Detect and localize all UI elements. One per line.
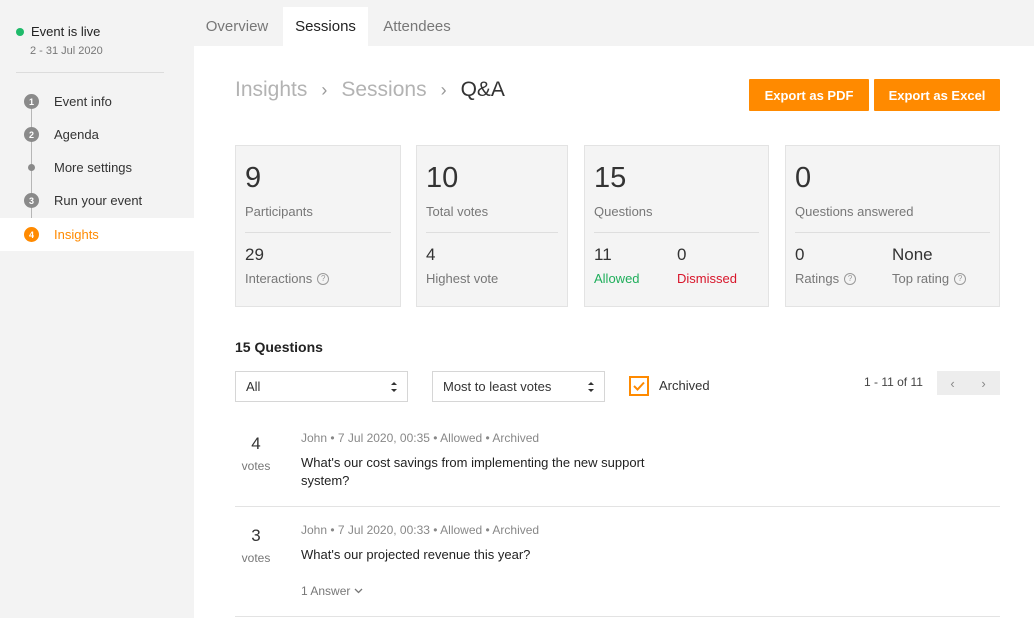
- page-title: Q&A: [460, 78, 505, 101]
- chevron-left-icon[interactable]: ‹: [937, 371, 968, 395]
- help-icon[interactable]: ?: [954, 272, 967, 285]
- breadcrumb-sessions[interactable]: Sessions: [341, 78, 426, 102]
- stat-value: 0: [795, 162, 812, 194]
- question-meta: John • 7 Jul 2020, 00:33 • Allowed • Arc…: [301, 523, 540, 537]
- sidebar-item-label: Agenda: [54, 127, 99, 142]
- sort-select[interactable]: Most to least votes: [432, 371, 605, 402]
- top-rating-value: None: [892, 245, 933, 264]
- card-divider: [594, 232, 759, 233]
- question-text: What's our cost savings from implementin…: [301, 455, 645, 488]
- allowed-count: 11: [594, 245, 612, 264]
- tab-bar: Overview Sessions Attendees: [194, 0, 1034, 46]
- allowed-label: Allowed: [594, 271, 640, 286]
- pagination-controls: ‹ ›: [937, 371, 1000, 395]
- stat-label: Questions answered: [795, 204, 914, 219]
- question-row[interactable]: 3 votes John • 7 Jul 2020, 00:33 • Allow…: [235, 507, 1000, 617]
- top-rating-label: Top rating ?: [892, 271, 967, 286]
- stat-card-votes: 10 Total votes 4 Highest vote: [416, 145, 568, 307]
- chevron-right-icon: ›: [440, 79, 447, 100]
- tab-attendees[interactable]: Attendees: [370, 7, 464, 46]
- event-dates: 2 - 31 Jul 2020: [30, 45, 103, 57]
- stat-sub-label: Highest vote: [426, 271, 499, 286]
- stat-card-questions: 15 Questions 11 Allowed 0 Dismissed: [584, 145, 769, 307]
- sidebar-item-event-info[interactable]: 1 Event info: [0, 85, 194, 118]
- dismissed-count: 0: [677, 245, 687, 264]
- step-number-icon: 3: [24, 193, 39, 208]
- sidebar-item-agenda[interactable]: 2 Agenda: [0, 118, 194, 151]
- card-divider: [795, 232, 990, 233]
- stat-value: 9: [245, 162, 262, 194]
- step-number-icon: 2: [24, 127, 39, 142]
- vote-label: votes: [241, 551, 271, 565]
- question-row[interactable]: 4 votes John • 7 Jul 2020, 00:35 • Allow…: [235, 418, 1000, 507]
- stat-value: 15: [594, 162, 627, 194]
- checkmark-icon: [633, 381, 645, 391]
- step-number-icon: 4: [24, 227, 39, 242]
- stat-sub-label: Interactions ?: [245, 271, 330, 286]
- sidebar-item-label: Run your event: [54, 193, 143, 208]
- archived-label[interactable]: Archived: [659, 378, 710, 393]
- ratings-label-text: Ratings: [795, 271, 840, 286]
- top-rating-label-text: Top rating: [892, 271, 950, 286]
- chevron-right-icon[interactable]: ›: [968, 371, 999, 395]
- archived-checkbox[interactable]: [629, 376, 649, 396]
- stat-sub-value: 29: [245, 245, 264, 264]
- vote-count: 4: [251, 434, 261, 453]
- stat-sub-label-text: Interactions: [245, 271, 313, 286]
- sort-select-value: Most to least votes: [443, 379, 552, 394]
- tab-overview[interactable]: Overview: [194, 7, 280, 46]
- card-divider: [245, 232, 391, 233]
- sidebar: Event is live 2 - 31 Jul 2020 1 Event in…: [0, 0, 194, 618]
- stat-label: Participants: [245, 204, 313, 219]
- step-number-icon: 1: [24, 94, 39, 109]
- stat-value: 10: [426, 162, 459, 194]
- stat-card-answered: 0 Questions answered 0 Ratings ? None To…: [785, 145, 1000, 307]
- vote-count: 3: [251, 526, 261, 545]
- live-status-dot-icon: [16, 27, 24, 36]
- stat-label: Questions: [594, 204, 653, 219]
- help-icon[interactable]: ?: [317, 272, 330, 285]
- help-icon[interactable]: ?: [844, 272, 857, 285]
- breadcrumb-insights[interactable]: Insights: [235, 78, 307, 102]
- questions-count-title: 15 Questions: [235, 339, 323, 355]
- ratings-count: 0: [795, 245, 805, 264]
- sidebar-item-label: Event info: [54, 94, 112, 109]
- sidebar-item-more-settings[interactable]: More settings: [0, 151, 194, 184]
- sidebar-item-insights[interactable]: 4 Insights: [0, 218, 194, 251]
- vote-label: votes: [241, 459, 271, 473]
- filter-select-value: All: [246, 379, 261, 394]
- sidebar-divider: [16, 72, 164, 73]
- stat-sub-value: 4: [426, 245, 436, 264]
- sidebar-item-label: More settings: [54, 160, 133, 175]
- export-excel-button[interactable]: Export as Excel: [874, 79, 1000, 111]
- stat-card-participants: 9 Participants 29 Interactions ?: [235, 145, 401, 307]
- ratings-label: Ratings ?: [795, 271, 857, 286]
- export-pdf-button[interactable]: Export as PDF: [749, 79, 869, 111]
- tab-sessions[interactable]: Sessions: [283, 7, 368, 46]
- event-status-label: Event is live: [31, 24, 101, 39]
- chevron-down-icon: [354, 588, 363, 594]
- select-arrows-icon: [588, 382, 594, 392]
- card-divider: [426, 232, 558, 233]
- sidebar-item-label: Insights: [54, 227, 99, 242]
- answers-toggle[interactable]: 1 Answer: [301, 584, 363, 598]
- answers-count: 1 Answer: [301, 584, 351, 598]
- chevron-right-icon: ›: [321, 79, 328, 100]
- sidebar-item-run-your-event[interactable]: 3 Run your event: [0, 184, 194, 217]
- stat-label: Total votes: [426, 204, 489, 219]
- select-arrows-icon: [391, 382, 397, 392]
- step-dot-icon: [28, 164, 35, 171]
- question-text: What's our projected revenue this year?: [301, 547, 531, 562]
- breadcrumb: Insights › Sessions › Q&A: [235, 78, 505, 102]
- event-status: Event is live 2 - 31 Jul 2020: [16, 24, 103, 57]
- pagination-range: 1 - 11 of 11: [864, 375, 923, 389]
- filter-select[interactable]: All: [235, 371, 408, 402]
- question-meta: John • 7 Jul 2020, 00:35 • Allowed • Arc…: [301, 431, 540, 445]
- dismissed-label: Dismissed: [677, 271, 737, 286]
